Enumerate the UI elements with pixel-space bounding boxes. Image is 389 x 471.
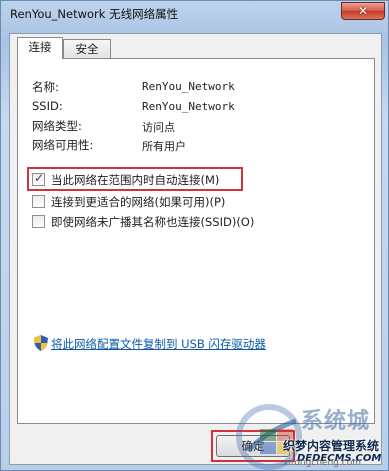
hidden-ssid-label: 即使网络未广播其名称也连接(SSID)(O) (51, 215, 255, 229)
name-label: 名称: (32, 80, 59, 94)
tab-connection[interactable]: 连接 (17, 37, 63, 59)
auto-connect-checkbox[interactable]: ✓ (32, 171, 45, 186)
network-type-value: 访问点 (142, 121, 175, 134)
auto-connect-label: 当此网络在范围内时自动连接(M) (51, 173, 220, 187)
hidden-ssid-checkbox[interactable] (32, 215, 45, 228)
network-type-label: 网络类型: (32, 119, 82, 133)
check-icon: ✓ (34, 171, 45, 185)
watermark-brand: 系统城 (301, 409, 371, 434)
copy-profile-to-usb-link[interactable]: 将此网络配置文件复制到 USB 闪存驱动器 (51, 336, 266, 352)
tab-security[interactable]: 安全 (63, 39, 111, 59)
better-network-label: 连接到更适合的网络(如果可用)(P) (51, 195, 226, 209)
tab-connection-label: 连接 (28, 40, 52, 54)
close-button[interactable]: ✕ (341, 2, 385, 20)
close-icon: ✕ (357, 4, 369, 18)
uac-shield-icon (34, 335, 48, 351)
name-value: RenYou_Network (142, 80, 235, 93)
title-bar[interactable]: RenYou_Network 无线网络属性 ✕ (1, 1, 388, 25)
tab-security-label: 安全 (75, 42, 99, 56)
window-title: RenYou_Network 无线网络属性 (10, 7, 179, 21)
better-network-checkbox[interactable] (32, 195, 45, 208)
ssid-label: SSID: (32, 99, 63, 113)
availability-value: 所有用户 (142, 140, 186, 153)
watermark-site-name: 织梦内容管理系统 (283, 439, 380, 453)
ssid-value: RenYou_Network (142, 100, 235, 113)
wireless-properties-window: RenYou_Network 无线网络属性 ✕ 连接 安全 名称: RenYou… (0, 0, 389, 471)
availability-label: 网络可用性: (32, 138, 94, 152)
watermark-sub-url: xitongcheng.com (283, 458, 361, 468)
